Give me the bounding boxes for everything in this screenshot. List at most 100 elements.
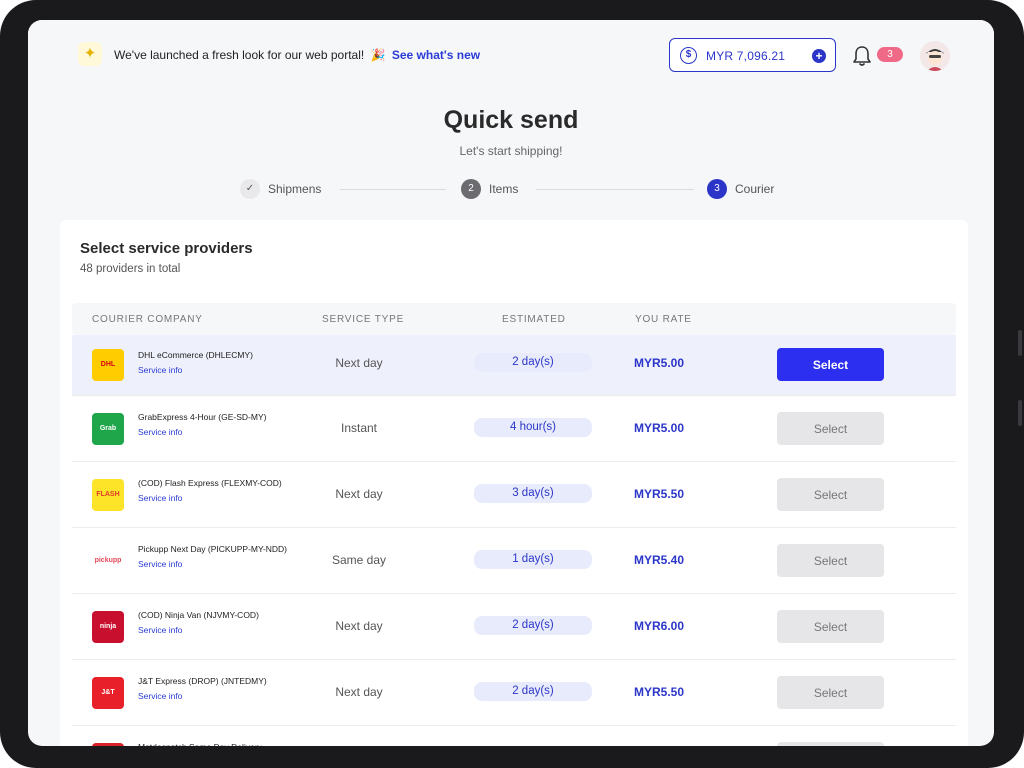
courier-logo: ninja — [92, 611, 124, 643]
column-header-service-type: SERVICE TYPE — [322, 314, 405, 325]
estimated-badge: 3 day(s) — [474, 484, 592, 503]
user-avatar[interactable] — [920, 41, 950, 71]
service-type: Next day — [335, 685, 383, 699]
table-row[interactable]: ninja (COD) Ninja Van (NJVMY-COD) Service … — [72, 594, 956, 660]
table-row[interactable]: Matdespatch Same Day DeliveryService inf… — [72, 726, 956, 746]
courier-company: (COD) Ninja Van (NJVMY-COD) Service info — [138, 610, 288, 636]
rate-value: MYR5.50 — [634, 685, 685, 699]
column-header-rate: YOU RATE — [635, 314, 692, 325]
estimated-badge: 1 day(s) — [474, 550, 592, 569]
courier-logo: Grab Express — [92, 413, 124, 445]
table-row[interactable]: DHL DHL eCommerce (DHLECMY) Service info Ne… — [72, 335, 956, 396]
page-title: Quick send — [443, 106, 579, 134]
estimated-badge: 2 day(s) — [474, 616, 592, 635]
step-items[interactable]: 2 Items — [461, 178, 518, 200]
party-popper-icon: 🎉 — [370, 48, 386, 62]
select-button[interactable]: Select — [777, 478, 884, 511]
add-funds-icon[interactable]: + — [812, 49, 826, 63]
courier-name: (COD) Ninja Van (NJVMY-COD) — [138, 610, 259, 620]
select-button[interactable]: Select — [777, 348, 884, 381]
table-header: COURIER COMPANY SERVICE TYPE ESTIMATED Y… — [72, 303, 956, 335]
providers-title: Select service providers — [80, 240, 253, 257]
rate-value: MYR5.40 — [634, 553, 685, 567]
step-label: Shipmens — [268, 182, 322, 196]
providers-count: 48 providers in total — [80, 263, 181, 275]
service-info-link[interactable]: Service info — [138, 427, 288, 438]
service-info-link[interactable]: Service info — [138, 625, 288, 636]
courier-logo: FLASH — [92, 479, 124, 511]
step-shipments[interactable]: ✓ Shipmens — [240, 178, 321, 200]
wallet-balance[interactable]: $ MYR 7,096.21 + — [669, 38, 836, 72]
step-courier[interactable]: 3 Courier — [707, 178, 774, 200]
table-row[interactable]: Grab Express GrabExpress 4-Hour (GE-SD-MY… — [72, 396, 956, 462]
courier-logo: DHL — [92, 349, 124, 381]
table-row[interactable]: pickupp Pickupp Next Day (PICKUPP-MY-NDD)… — [72, 528, 956, 594]
courier-logo — [92, 743, 124, 746]
tablet-side-button — [1018, 400, 1022, 426]
courier-name: Pickupp Next Day (PICKUPP-MY-NDD) — [138, 544, 287, 554]
service-info-link[interactable]: Service info — [138, 691, 288, 702]
select-button[interactable]: Select — [777, 742, 884, 746]
courier-name: J&T Express (DROP) (JNTEDMY) — [138, 676, 267, 686]
step-label: Items — [489, 182, 519, 196]
stepper-connector — [536, 189, 694, 190]
courier-name: GrabExpress 4-Hour (GE-SD-MY) — [138, 412, 267, 422]
select-button[interactable]: Select — [777, 544, 884, 577]
page-subtitle: Let's start shipping! — [459, 144, 563, 158]
courier-company: Pickupp Next Day (PICKUPP-MY-NDD) Service… — [138, 544, 288, 570]
courier-name: DHL eCommerce (DHLECMY) — [138, 350, 253, 360]
service-type: Next day — [335, 619, 383, 633]
tablet-frame: ✦ We've launched a fresh look for our we… — [0, 0, 1024, 768]
rate-value: MYR6.00 — [634, 619, 685, 633]
estimated-badge: 4 hour(s) — [474, 418, 592, 437]
bell-icon[interactable] — [852, 45, 872, 67]
courier-company: DHL eCommerce (DHLECMY) Service info — [138, 350, 288, 376]
service-type: Instant — [340, 421, 378, 435]
courier-company: (COD) Flash Express (FLEXMY-COD) Service … — [138, 478, 288, 504]
courier-logo: pickupp — [92, 545, 124, 577]
select-button[interactable]: Select — [777, 412, 884, 445]
step-number: 2 — [461, 179, 481, 199]
table-row[interactable]: J&T J&T Express (DROP) (JNTEDMY) Service i… — [72, 660, 956, 726]
select-button[interactable]: Select — [777, 610, 884, 643]
providers-table: COURIER COMPANY SERVICE TYPE ESTIMATED Y… — [72, 303, 956, 746]
service-info-link[interactable]: Service info — [138, 365, 288, 376]
courier-name: Matdespatch Same Day Delivery — [138, 742, 262, 746]
column-header-courier: COURIER COMPANY — [92, 314, 203, 325]
wallet-balance-amount: MYR 7,096.21 — [706, 49, 786, 63]
courier-company: Matdespatch Same Day DeliveryService inf… — [138, 742, 288, 746]
step-label: Courier — [735, 182, 775, 196]
app-screen: ✦ We've launched a fresh look for our we… — [28, 20, 994, 746]
see-whats-new-link[interactable]: See what's new — [392, 48, 480, 62]
courier-company: GrabExpress 4-Hour (GE-SD-MY) Service inf… — [138, 412, 288, 438]
courier-logo: J&T — [92, 677, 124, 709]
avatar-illustration — [920, 41, 950, 71]
announcement-banner: We've launched a fresh look for our web … — [114, 48, 480, 62]
courier-company: J&T Express (DROP) (JNTEDMY) Service info — [138, 676, 288, 702]
announcement-text: We've launched a fresh look for our web … — [114, 48, 365, 62]
rate-value: MYR5.00 — [634, 356, 685, 370]
column-header-estimated: ESTIMATED — [502, 314, 566, 325]
service-type: Same day — [331, 553, 387, 567]
courier-name: (COD) Flash Express (FLEXMY-COD) — [138, 478, 282, 488]
check-icon: ✓ — [240, 179, 260, 199]
tablet-side-button — [1018, 330, 1022, 356]
top-bar: ✦ We've launched a fresh look for our we… — [28, 20, 994, 94]
service-type: Next day — [335, 487, 383, 501]
notification-count-badge[interactable]: 3 — [877, 47, 903, 62]
step-number: 3 — [707, 179, 727, 199]
table-body: DHL DHL eCommerce (DHLECMY) Service info Ne… — [72, 335, 956, 746]
service-info-link[interactable]: Service info — [138, 493, 288, 504]
estimated-badge: 2 day(s) — [474, 353, 592, 372]
select-button[interactable]: Select — [777, 676, 884, 709]
stepper-connector — [340, 189, 446, 190]
rate-value: MYR5.50 — [634, 487, 685, 501]
service-type: Next day — [335, 356, 383, 370]
providers-card: Select service providers 48 providers in… — [60, 220, 968, 746]
sparkle-icon: ✦ — [78, 42, 102, 66]
rate-value: MYR5.00 — [634, 421, 685, 435]
estimated-badge: 2 day(s) — [474, 682, 592, 701]
service-info-link[interactable]: Service info — [138, 559, 288, 570]
table-row[interactable]: FLASH (COD) Flash Express (FLEXMY-COD) Ser… — [72, 462, 956, 528]
dollar-coin-icon: $ — [680, 47, 697, 64]
